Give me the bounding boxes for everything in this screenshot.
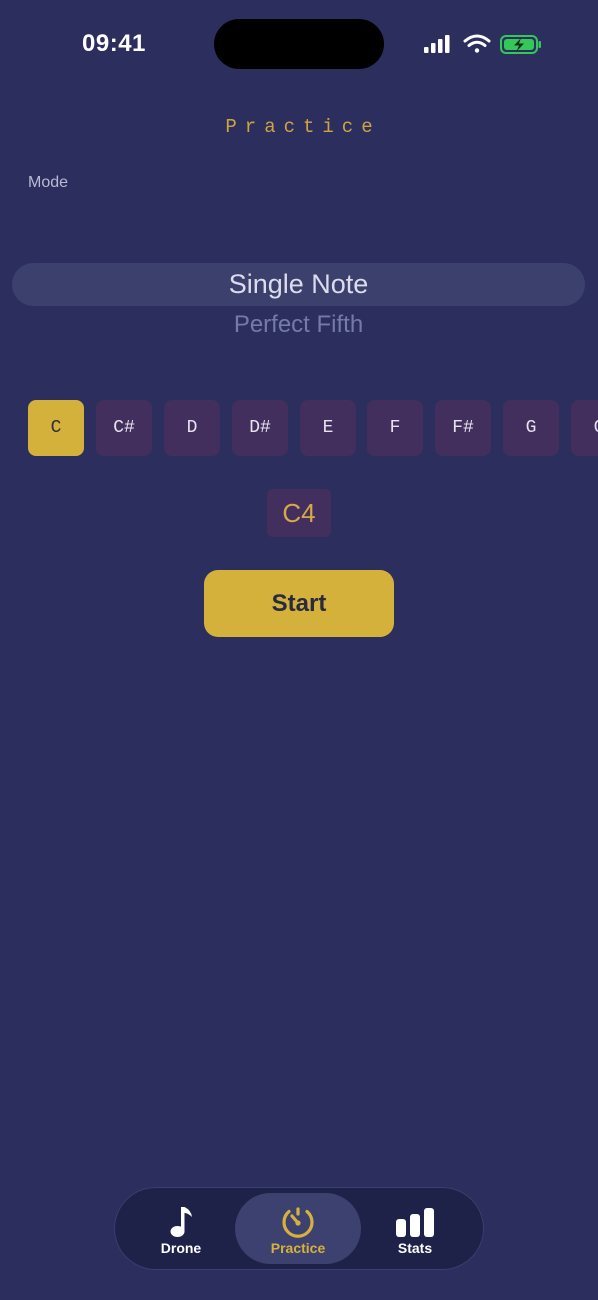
tab-label-drone: Drone [160,1240,202,1256]
battery-charging-icon [500,35,541,54]
tab-bar: Drone Practice Stats [114,1187,484,1270]
note-button-c[interactable]: C [28,400,84,456]
bar-chart-icon [352,1205,478,1241]
note-button-d[interactable]: D [164,400,220,456]
tab-label-stats: Stats [397,1240,433,1256]
note-button-f[interactable]: F [367,400,423,456]
note-selector: C C# D D# E F F# G G [28,400,598,456]
note-button-e[interactable]: E [300,400,356,456]
mode-label: Mode [28,174,69,191]
status-icons [424,32,544,56]
wifi-icon [463,34,491,53]
dynamic-island [214,19,384,69]
note-button-g-sharp-partial[interactable]: G [571,400,598,456]
start-button[interactable]: Start [204,570,394,637]
picker-next-option[interactable]: Perfect Fifth [12,311,585,339]
page-title: Practice [225,116,381,138]
status-bar: 09:41 [0,0,598,90]
mode-picker[interactable]: Single Note Perfect Fifth [12,263,585,353]
note-button-d-sharp[interactable]: D# [232,400,288,456]
note-button-c-sharp[interactable]: C# [96,400,152,456]
octave-selector[interactable]: C4 [267,489,331,537]
tab-drone[interactable]: Drone [118,1193,244,1264]
tab-practice[interactable]: Practice [235,1193,361,1264]
gauge-icon [235,1205,361,1241]
note-button-f-sharp[interactable]: F# [435,400,491,456]
picker-selected-option[interactable]: Single Note [12,269,585,300]
status-time: 09:41 [82,30,146,57]
note-button-g[interactable]: G [503,400,559,456]
cellular-signal-icon [424,35,450,53]
music-note-icon [118,1205,244,1241]
tab-stats[interactable]: Stats [352,1193,478,1264]
tab-label-practice: Practice [270,1240,326,1256]
